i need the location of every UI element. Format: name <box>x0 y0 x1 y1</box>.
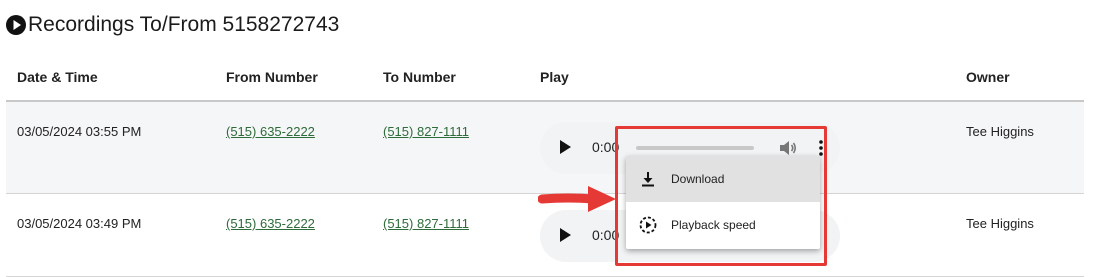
play-button[interactable] <box>560 140 571 154</box>
column-header-owner[interactable]: Owner <box>966 69 1010 85</box>
menu-item-download[interactable]: Download <box>626 156 820 202</box>
recordings-table: Date & Time From Number To Number Play O… <box>6 58 1084 277</box>
table-header: Date & Time From Number To Number Play O… <box>6 58 1084 102</box>
download-icon <box>642 172 654 187</box>
row-date-time: 03/05/2024 03:55 PM <box>17 124 142 139</box>
column-header-date-time[interactable]: Date & Time <box>17 69 98 85</box>
play-button[interactable] <box>560 228 571 242</box>
menu-item-playback-speed[interactable]: Playback speed <box>626 202 820 248</box>
current-time: 0:00 <box>592 227 620 243</box>
table-row: 03/05/2024 03:55 PM (515) 635-2222 (515)… <box>6 102 1084 194</box>
menu-item-label: Download <box>671 172 725 186</box>
page-title-text: Recordings To/From 5158272743 <box>28 13 340 36</box>
playback-speed-icon <box>639 216 657 234</box>
row-date-time: 03/05/2024 03:49 PM <box>17 216 142 231</box>
red-arrow-icon <box>538 186 616 212</box>
play-circle-icon <box>6 15 26 35</box>
column-header-play: Play <box>540 69 569 85</box>
more-options-icon[interactable] <box>816 138 826 158</box>
column-header-from-number[interactable]: From Number <box>226 69 318 85</box>
to-number-link[interactable]: (515) 827-1111 <box>383 124 469 139</box>
from-number-link[interactable]: (515) 635-2222 <box>226 124 315 139</box>
to-number-link[interactable]: (515) 827-1111 <box>383 216 469 231</box>
current-time: 0:00 <box>592 139 620 155</box>
menu-item-label: Playback speed <box>671 218 756 232</box>
from-number-link[interactable]: (515) 635-2222 <box>226 216 315 231</box>
column-header-to-number[interactable]: To Number <box>383 69 456 85</box>
player-options-menu: Download Playback speed <box>626 156 820 249</box>
page-title: Recordings To/From 5158272743 <box>6 10 339 40</box>
row-owner: Tee Higgins <box>966 124 1034 139</box>
progress-bar[interactable] <box>636 146 754 150</box>
volume-icon[interactable] <box>778 138 798 158</box>
row-owner: Tee Higgins <box>966 216 1034 231</box>
